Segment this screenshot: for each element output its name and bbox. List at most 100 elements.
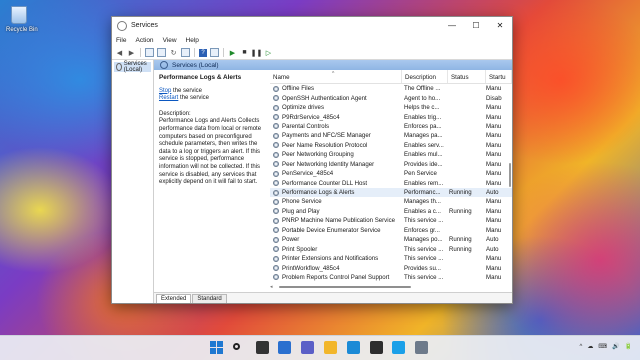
service-row[interactable]: Performance Counter DLL Host Enables rem.…: [270, 178, 512, 187]
system-tray: ^ ☁ ⌨ 🔊 🔋: [575, 343, 632, 351]
service-row[interactable]: Portable Device Enumerator Service Enforc…: [270, 226, 512, 235]
title-bar[interactable]: Services — ☐ ✕: [112, 17, 512, 34]
service-name-cell: Problem Reports Control Panel Support: [270, 274, 401, 281]
taskbar: ^ ☁ ⌨ 🔊 🔋: [0, 335, 640, 360]
service-description-cell: This service ...: [404, 217, 444, 225]
start-icon[interactable]: [210, 341, 223, 354]
service-row[interactable]: Peer Networking Grouping Enables mul... Ma…: [270, 150, 512, 159]
show-tree-icon[interactable]: [145, 48, 154, 57]
scroll-left-icon[interactable]: ◂: [270, 284, 273, 290]
console-tree: Services (Local): [112, 60, 154, 303]
service-row[interactable]: Print Spooler This service ... Running Auto: [270, 244, 512, 253]
window-title: Services: [131, 22, 158, 29]
service-row[interactable]: Peer Networking Identity Manager Provides…: [270, 160, 512, 169]
service-row[interactable]: OpenSSH Authentication Agent Agent to ho.…: [270, 93, 512, 102]
service-row[interactable]: Optimize drives Helps the c... Manu: [270, 103, 512, 112]
details-pane: Services (Local) Performance Logs & Aler…: [154, 60, 512, 303]
widgets-icon[interactable]: [278, 341, 292, 354]
tree-item-services-local[interactable]: Services (Local): [114, 61, 151, 73]
menu-file[interactable]: File: [116, 37, 126, 44]
service-gear-icon: [273, 208, 279, 215]
service-name: Peer Name Resolution Protocol: [282, 141, 368, 149]
onedrive-icon[interactable]: ☁: [587, 343, 593, 350]
menu-action[interactable]: Action: [135, 37, 153, 44]
service-name: Problem Reports Control Panel Support: [282, 273, 390, 281]
service-row[interactable]: Power Manages po... Running Auto: [270, 235, 512, 244]
column-header-status[interactable]: Status: [448, 70, 486, 83]
service-startup-cell: Manu: [486, 273, 502, 281]
service-gear-icon: [273, 189, 279, 196]
service-row[interactable]: Performance Logs & Alerts Performanc... Ru…: [270, 187, 512, 198]
horizontal-scrollbar[interactable]: ◂: [270, 283, 508, 291]
service-name: PrintWorkflow_485c4: [282, 264, 340, 272]
tab-standard[interactable]: Standard: [192, 294, 227, 303]
file-explorer-icon[interactable]: [323, 341, 337, 354]
battery-icon[interactable]: 🔋: [625, 343, 632, 350]
service-name-cell: Plug and Play: [270, 208, 401, 215]
minimize-button[interactable]: —: [440, 17, 464, 34]
skype-icon[interactable]: [392, 341, 406, 354]
service-row[interactable]: Parental Controls Enforces pa... Manu: [270, 122, 512, 131]
volume-icon[interactable]: 🔊: [612, 343, 619, 350]
stop-service-suffix: the service: [171, 87, 203, 94]
service-row[interactable]: Payments and NFC/SE Manager Manages pa...…: [270, 131, 512, 140]
service-description-cell: Enables a c...: [404, 207, 441, 215]
service-description-cell: This service ...: [404, 245, 444, 253]
tab-extended[interactable]: Extended: [156, 294, 192, 303]
stop-service-icon[interactable]: ■: [240, 48, 249, 57]
service-row[interactable]: PenService_485c4 Pen Service Manu: [270, 169, 512, 178]
maximize-button[interactable]: ☐: [464, 17, 488, 34]
service-description-cell: This service ...: [404, 255, 444, 263]
column-header-name[interactable]: Name: [270, 70, 402, 83]
back-icon[interactable]: ◀: [115, 48, 124, 57]
service-row[interactable]: Offline Files The Offline ... Manu: [270, 84, 512, 93]
service-startup-cell: Disab: [486, 94, 502, 102]
service-status-cell: Running: [449, 189, 472, 197]
service-name: Performance Logs & Alerts: [282, 189, 355, 197]
menu-help[interactable]: Help: [186, 37, 199, 44]
show-hidden-icons-icon[interactable]: ^: [580, 344, 583, 350]
start-service-icon[interactable]: ▶: [228, 48, 237, 57]
vertical-scrollbar[interactable]: [508, 83, 512, 282]
column-header-description[interactable]: Description: [402, 70, 448, 83]
service-startup-cell: Auto: [486, 189, 499, 197]
properties-icon[interactable]: [157, 48, 166, 57]
services-node-icon: [116, 63, 122, 71]
service-row[interactable]: Plug and Play Enables a c... Running Manu: [270, 207, 512, 216]
console-icon[interactable]: [210, 48, 219, 57]
services-icon[interactable]: [415, 341, 429, 354]
service-name: Performance Counter DLL Host: [282, 179, 368, 187]
forward-icon[interactable]: ▶: [127, 48, 136, 57]
service-row[interactable]: Problem Reports Control Panel Support Thi…: [270, 273, 512, 282]
keyboard-icon[interactable]: ⌨: [598, 343, 607, 350]
service-row[interactable]: Peer Name Resolution Protocol Enables ser…: [270, 141, 512, 150]
edge-icon[interactable]: [346, 341, 360, 354]
service-row[interactable]: PNRP Machine Name Publication Service Thi…: [270, 216, 512, 225]
service-row[interactable]: PrintWorkflow_485c4 Provides su... Manu: [270, 263, 512, 272]
service-row[interactable]: Phone Service Manages th... Manu: [270, 197, 512, 206]
help-icon[interactable]: ?: [199, 48, 207, 57]
service-row[interactable]: Printer Extensions and Notifications This…: [270, 254, 512, 263]
service-description-cell: Pen Service: [404, 170, 437, 178]
restart-service-link[interactable]: Restart: [159, 95, 178, 101]
column-header-startup[interactable]: Startu: [486, 70, 512, 83]
service-row[interactable]: P9RdrService_485c4 Enables trig... Manu: [270, 112, 512, 121]
chat-icon[interactable]: [301, 341, 315, 354]
task-view-icon[interactable]: [255, 341, 269, 354]
recycle-bin-shortcut[interactable]: Recycle Bin: [6, 6, 38, 33]
service-startup-cell: Auto: [486, 245, 499, 253]
service-name-cell: Optimize drives: [270, 104, 401, 111]
menu-view[interactable]: View: [163, 37, 177, 44]
restart-service-icon[interactable]: ▷: [264, 48, 273, 57]
stop-service-link[interactable]: Stop: [159, 88, 171, 94]
close-button[interactable]: ✕: [488, 17, 512, 34]
service-name: Plug and Play: [282, 207, 320, 215]
service-gear-icon: [273, 198, 279, 205]
pause-service-icon[interactable]: ❚❚: [251, 48, 263, 57]
service-name-cell: Performance Logs & Alerts: [270, 189, 401, 196]
service-startup-cell: Manu: [486, 179, 502, 187]
store-icon[interactable]: [369, 341, 383, 354]
search-icon[interactable]: [232, 341, 246, 354]
export-icon[interactable]: [181, 48, 190, 57]
refresh-icon[interactable]: ↻: [169, 48, 178, 57]
